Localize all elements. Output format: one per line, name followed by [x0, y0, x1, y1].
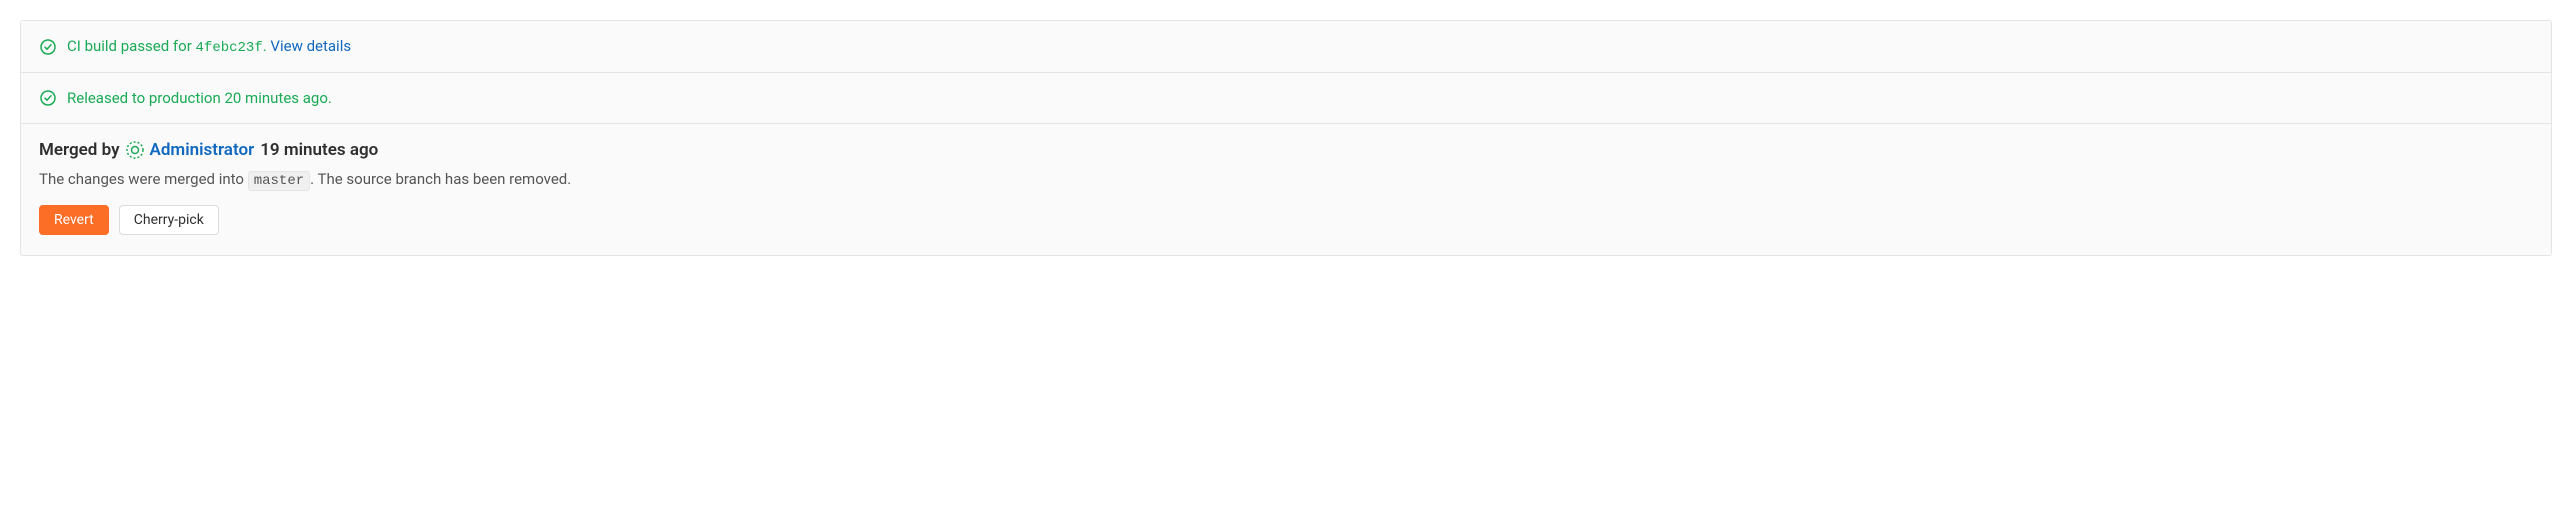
cherry-pick-button[interactable]: Cherry-pick	[119, 205, 219, 235]
merged-description: The changes were merged into master. The…	[39, 170, 2533, 189]
merged-by-label: Merged by	[39, 140, 120, 160]
release-status-text: Released to production 20 minutes ago.	[67, 89, 332, 107]
merged-section: Merged by Administrator 19 minutes ago T…	[21, 124, 2551, 255]
merge-request-widget: CI build passed for 4febc23f. View detai…	[20, 20, 2552, 256]
ci-build-status-row: CI build passed for 4febc23f. View detai…	[21, 21, 2551, 73]
target-branch: master	[248, 171, 310, 191]
check-circle-icon	[39, 89, 57, 107]
release-status-row: Released to production 20 minutes ago.	[21, 73, 2551, 124]
merged-title: Merged by Administrator 19 minutes ago	[39, 140, 2533, 160]
merged-time-ago: 19 minutes ago	[260, 140, 378, 160]
user-avatar-icon	[126, 141, 144, 159]
merged-desc-prefix: The changes were merged into	[39, 170, 248, 188]
view-details-link[interactable]: View details	[270, 37, 351, 55]
commit-sha[interactable]: 4febc23f	[196, 40, 263, 56]
ci-build-status-text: CI build passed for 4febc23f. View detai…	[67, 37, 351, 56]
revert-button[interactable]: Revert	[39, 205, 109, 235]
ci-build-prefix: CI build passed for	[67, 37, 196, 55]
action-buttons: Revert Cherry-pick	[39, 205, 2533, 235]
check-circle-icon	[39, 38, 57, 56]
merged-desc-suffix: . The source branch has been removed.	[310, 170, 571, 188]
merged-by-user-link[interactable]: Administrator	[150, 140, 255, 160]
